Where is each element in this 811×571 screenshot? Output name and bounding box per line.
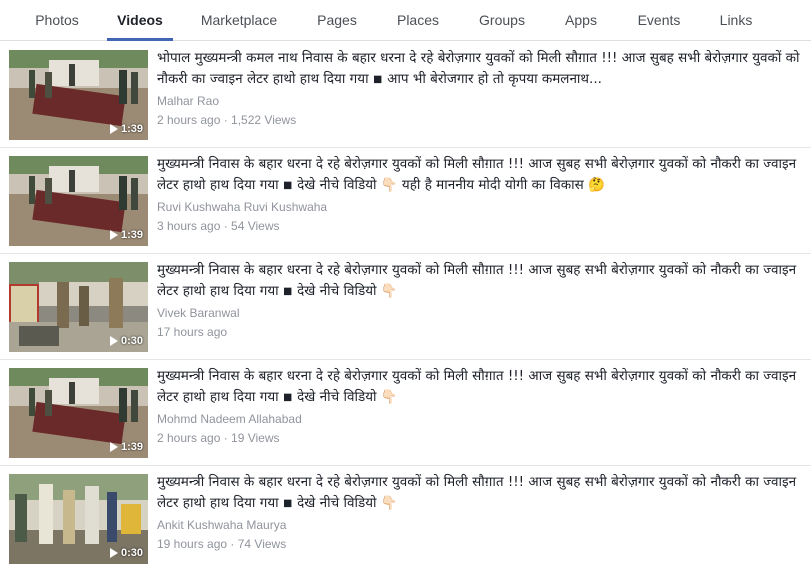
video-result-item: 0:30 मुख्यमन्त्री निवास के बहार धरना दे … [0, 254, 811, 360]
video-thumbnail[interactable]: 1:39 [9, 156, 148, 246]
video-thumbnail[interactable]: 1:39 [9, 368, 148, 458]
video-author[interactable]: Ruvi Kushwaha Ruvi Kushwaha [157, 199, 805, 215]
video-result-item: 0:30 मुख्यमन्त्री निवास के बहार धरना दे … [0, 466, 811, 571]
play-icon [109, 124, 118, 134]
video-meta: 19 hours ago · 74 Views [157, 537, 287, 551]
play-icon [109, 230, 118, 240]
duration-label: 1:39 [120, 441, 143, 453]
video-info: मुख्यमन्त्री निवास के बहार धरना दे रहे ब… [157, 260, 805, 340]
play-icon [109, 336, 118, 346]
video-duration: 1:39 [109, 441, 143, 453]
tab-events[interactable]: Events [626, 0, 692, 41]
duration-label: 1:39 [120, 229, 143, 241]
search-filter-tabs: Photos Videos Marketplace Pages Places G… [0, 0, 811, 41]
tab-pages[interactable]: Pages [305, 0, 369, 41]
video-meta: 3 hours ago · 54 Views [157, 219, 280, 233]
tab-places[interactable]: Places [386, 0, 450, 41]
video-thumbnail[interactable]: 0:30 [9, 262, 148, 352]
video-duration: 1:39 [109, 123, 143, 135]
duration-label: 0:30 [120, 547, 143, 559]
video-duration: 1:39 [109, 229, 143, 241]
video-thumbnail[interactable]: 0:30 [9, 474, 148, 564]
tab-videos[interactable]: Videos [107, 0, 173, 41]
play-icon [109, 442, 118, 452]
tab-links[interactable]: Links [708, 0, 764, 41]
video-meta: 17 hours ago [157, 325, 228, 339]
video-info: मुख्यमन्त्री निवास के बहार धरना दे रहे ब… [157, 154, 805, 234]
video-title[interactable]: मुख्यमन्त्री निवास के बहार धरना दे रहे ब… [157, 472, 805, 514]
video-title[interactable]: भोपाल मुख्यमन्त्री कमल नाथ निवास के बहार… [157, 48, 805, 90]
tab-groups[interactable]: Groups [467, 0, 537, 41]
video-info: मुख्यमन्त्री निवास के बहार धरना दे रहे ब… [157, 366, 805, 446]
video-author[interactable]: Malhar Rao [157, 93, 805, 109]
video-info: मुख्यमन्त्री निवास के बहार धरना दे रहे ब… [157, 472, 805, 552]
video-duration: 0:30 [109, 547, 143, 559]
video-duration: 0:30 [109, 335, 143, 347]
duration-label: 1:39 [120, 123, 143, 135]
video-title[interactable]: मुख्यमन्त्री निवास के बहार धरना दे रहे ब… [157, 260, 805, 302]
video-title[interactable]: मुख्यमन्त्री निवास के बहार धरना दे रहे ब… [157, 154, 805, 196]
duration-label: 0:30 [120, 335, 143, 347]
video-result-item: 1:39 मुख्यमन्त्री निवास के बहार धरना दे … [0, 360, 811, 466]
video-author[interactable]: Vivek Baranwal [157, 305, 805, 321]
tab-photos[interactable]: Photos [21, 0, 93, 41]
video-author[interactable]: Ankit Kushwaha Maurya [157, 517, 805, 533]
video-title[interactable]: मुख्यमन्त्री निवास के बहार धरना दे रहे ब… [157, 366, 805, 408]
video-info: भोपाल मुख्यमन्त्री कमल नाथ निवास के बहार… [157, 48, 805, 128]
video-result-item: 1:39 मुख्यमन्त्री निवास के बहार धरना दे … [0, 148, 811, 254]
video-thumbnail[interactable]: 1:39 [9, 50, 148, 140]
tab-marketplace[interactable]: Marketplace [191, 0, 287, 41]
video-author[interactable]: Mohmd Nadeem Allahabad [157, 411, 805, 427]
video-meta: 2 hours ago · 19 Views [157, 431, 280, 445]
tab-apps[interactable]: Apps [554, 0, 608, 41]
play-icon [109, 548, 118, 558]
video-result-item: 1:39 भोपाल मुख्यमन्त्री कमल नाथ निवास के… [0, 42, 811, 148]
video-meta: 2 hours ago · 1,522 Views [157, 113, 297, 127]
